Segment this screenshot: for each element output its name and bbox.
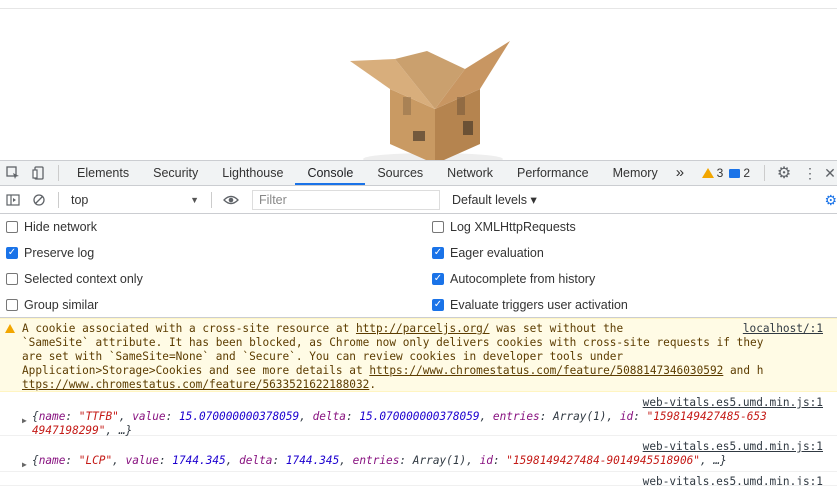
message-count: 2	[743, 166, 750, 180]
warning-text: was set without the	[489, 322, 624, 335]
log-entry-ttfb[interactable]: web-vitals.es5.umd.min.js:1 ▶ {name: "TT…	[0, 392, 837, 437]
tab-security[interactable]: Security	[141, 161, 210, 185]
log-value: 15.070000000378059	[178, 410, 300, 423]
log-id: "1598149427484-9014945518906"	[506, 454, 700, 467]
sidebar-toggle-icon[interactable]	[0, 188, 26, 212]
log-name-value: "LCP"	[78, 454, 113, 467]
option-evaluate-triggers-user-activation[interactable]: ✓ Evaluate triggers user activation	[432, 298, 628, 312]
chromestatus-link-2[interactable]: ttps://www.chromestatus.com/feature/5633…	[22, 378, 369, 391]
log-levels-dropdown[interactable]: Default levels ▾	[452, 192, 537, 207]
tab-performance[interactable]: Performance	[505, 161, 601, 185]
warning-text: are set with `SameSite=None` and `Secure…	[22, 350, 624, 363]
inspect-element-icon[interactable]	[0, 161, 26, 185]
log-entry-partial[interactable]: web-vitals.es5.umd.min.js:1	[0, 472, 837, 486]
log-entries: Array(1)	[412, 454, 467, 467]
live-expression-eye-icon[interactable]	[218, 188, 244, 212]
warning-text: Application>Storage>Cookies and see more…	[22, 364, 370, 377]
tab-sources[interactable]: Sources	[365, 161, 435, 185]
log-entries: Array(1)	[553, 410, 607, 423]
context-selector[interactable]: top ▼	[65, 190, 205, 210]
parceljs-link[interactable]: http://parceljs.org/	[356, 322, 490, 335]
warning-icon	[5, 324, 15, 333]
option-label: Autocomplete from history	[450, 272, 596, 286]
option-eager-evaluation[interactable]: ✓ Eager evaluation	[432, 246, 544, 260]
chromestatus-link-1[interactable]: https://www.chromestatus.com/feature/508…	[369, 364, 723, 377]
log-delta: 15.070000000378059	[359, 410, 480, 423]
option-label: Selected context only	[24, 272, 143, 286]
log-value: 1744.345	[172, 454, 226, 467]
log-source-link[interactable]: web-vitals.es5.umd.min.js:1	[643, 396, 823, 410]
console-toolbar: top ▼ Filter Default levels ▾ ⚙	[0, 186, 837, 214]
option-hide-network[interactable]: Hide network	[6, 220, 97, 234]
tab-network[interactable]: Network	[435, 161, 505, 185]
warning-text: `SameSite` attribute. It has been blocke…	[22, 336, 764, 349]
option-selected-context-only[interactable]: Selected context only	[6, 272, 143, 286]
warning-count: 3	[716, 166, 724, 180]
expand-triangle-icon[interactable]: ▶	[22, 458, 27, 472]
warning-text: and h	[723, 364, 764, 377]
log-source-link[interactable]: web-vitals.es5.umd.min.js:1	[643, 475, 823, 485]
option-log-xmlhttprequests[interactable]: Log XMLHttpRequests	[432, 220, 576, 234]
checkbox-autocomplete-from-history[interactable]: ✓	[432, 273, 444, 285]
context-value: top	[71, 192, 89, 207]
open-box-image	[350, 41, 510, 164]
cookie-warning-message: localhost/:1 A cookie associated with a …	[0, 318, 837, 392]
log-name-value: "TTFB"	[78, 410, 119, 423]
settings-gear-icon[interactable]: ⚙	[771, 161, 797, 185]
clear-console-icon[interactable]	[26, 188, 52, 212]
option-label: Group similar	[24, 298, 99, 312]
log-tail: , …}	[700, 454, 727, 467]
devtools-panel: Elements Security Lighthouse Console Sou…	[0, 160, 837, 488]
option-autocomplete-from-history[interactable]: ✓ Autocomplete from history	[432, 272, 595, 286]
expand-triangle-icon[interactable]: ▶	[22, 414, 27, 428]
option-label: Evaluate triggers user activation	[450, 298, 628, 312]
tab-console[interactable]: Console	[295, 161, 366, 185]
tab-lighthouse[interactable]: Lighthouse	[210, 161, 295, 185]
option-label: Hide network	[24, 220, 97, 234]
log-id: "1598149427485-653	[646, 410, 767, 423]
console-settings-gear-icon[interactable]: ⚙	[824, 192, 837, 209]
checkbox-group-similar[interactable]	[6, 299, 18, 311]
option-preserve-log[interactable]: ✓ Preserve log	[6, 246, 94, 260]
console-messages: localhost/:1 A cookie associated with a …	[0, 318, 837, 486]
warning-source-link[interactable]: localhost/:1	[743, 322, 823, 336]
close-icon[interactable]: ✕	[823, 161, 837, 185]
filter-input[interactable]: Filter	[252, 189, 440, 210]
checkbox-eager-evaluation[interactable]: ✓	[432, 247, 444, 259]
warning-icon	[701, 168, 714, 178]
tabbar-divider-right	[764, 165, 765, 181]
log-delta: 1744.345	[285, 454, 340, 467]
device-toolbar-icon[interactable]	[26, 161, 52, 185]
tab-elements[interactable]: Elements	[65, 161, 141, 185]
console-settings-pane: Hide network ✓ Preserve log Selected con…	[0, 214, 837, 318]
option-label: Log XMLHttpRequests	[450, 220, 576, 234]
kebab-menu-icon[interactable]: ⋮	[797, 161, 823, 185]
page-viewport	[0, 8, 837, 168]
issues-badge[interactable]: 3 2	[701, 166, 750, 180]
log-source-link[interactable]: web-vitals.es5.umd.min.js:1	[643, 440, 823, 454]
toolbar-divider	[58, 191, 59, 208]
option-label: Eager evaluation	[450, 246, 544, 260]
checkbox-hide-network[interactable]	[6, 221, 18, 233]
log-entry-lcp[interactable]: web-vitals.es5.umd.min.js:1 ▶ {name: "LC…	[0, 436, 837, 472]
tabbar-divider	[58, 165, 59, 181]
toolbar-divider-2	[211, 191, 212, 208]
checkbox-selected-context-only[interactable]	[6, 273, 18, 285]
checkbox-log-xmlhttprequests[interactable]	[432, 221, 444, 233]
warning-text: A cookie associated with a cross-site re…	[22, 322, 356, 335]
dropdown-arrow-icon: ▼	[190, 194, 199, 205]
warning-text: .	[369, 378, 376, 391]
checkbox-preserve-log[interactable]: ✓	[6, 247, 18, 259]
tab-memory[interactable]: Memory	[601, 161, 670, 185]
message-icon	[729, 168, 741, 178]
option-group-similar[interactable]: Group similar	[6, 298, 98, 312]
devtools-tabbar: Elements Security Lighthouse Console Sou…	[0, 160, 837, 186]
option-label: Preserve log	[24, 246, 95, 260]
more-tabs-icon[interactable]: »	[670, 161, 690, 185]
checkbox-evaluate-triggers-user-activation[interactable]: ✓	[432, 299, 444, 311]
